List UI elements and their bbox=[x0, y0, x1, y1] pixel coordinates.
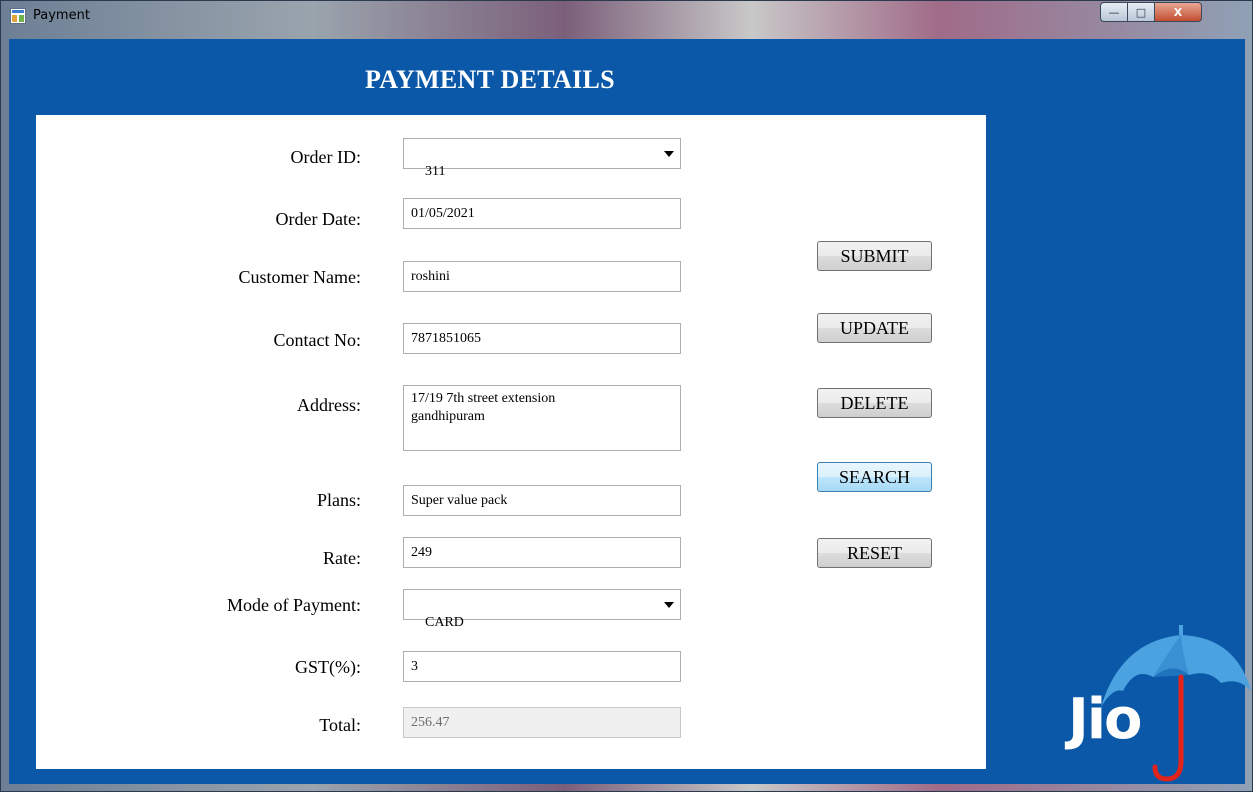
order-id-value: 311 bbox=[425, 164, 446, 179]
close-button[interactable]: X bbox=[1154, 2, 1202, 22]
contact-no-field[interactable]: 7871851065 bbox=[403, 323, 681, 354]
delete-button[interactable]: DELETE bbox=[817, 388, 932, 418]
plans-field[interactable]: Super value pack bbox=[403, 485, 681, 516]
order-date-field[interactable]: 01/05/2021 bbox=[403, 198, 681, 229]
gst-field[interactable]: 3 bbox=[403, 651, 681, 682]
rate-label: Rate: bbox=[323, 548, 361, 568]
rate-field[interactable]: 249 bbox=[403, 537, 681, 568]
mode-of-payment-dropdown[interactable]: CARD bbox=[403, 589, 681, 630]
update-button[interactable]: UPDATE bbox=[817, 313, 932, 343]
chevron-down-icon[interactable] bbox=[664, 602, 674, 608]
mode-of-payment-label: Mode of Payment: bbox=[227, 595, 361, 615]
payment-window: Payment — □ X PAYMENT DETAILS Order ID: … bbox=[0, 0, 1253, 792]
form-icon bbox=[10, 8, 26, 24]
reset-button[interactable]: RESET bbox=[817, 538, 932, 568]
mode-of-payment-value: CARD bbox=[425, 615, 464, 630]
chevron-down-icon[interactable] bbox=[664, 151, 674, 157]
jio-logo-text: Jio bbox=[1068, 687, 1143, 752]
submit-button[interactable]: SUBMIT bbox=[817, 241, 932, 271]
address-textarea[interactable]: 17/19 7th street extension gandhipuram bbox=[403, 385, 681, 451]
total-label: Total: bbox=[319, 715, 361, 735]
plans-label: Plans: bbox=[316, 490, 361, 510]
maximize-button[interactable]: □ bbox=[1127, 2, 1155, 22]
gst-label: GST(%): bbox=[295, 657, 361, 677]
address-label: Address: bbox=[297, 395, 361, 415]
search-button[interactable]: SEARCH bbox=[817, 462, 932, 492]
customer-name-field[interactable]: roshini bbox=[403, 261, 681, 292]
total-field: 256.47 bbox=[403, 707, 681, 738]
jio-logo: Jio bbox=[1061, 621, 1251, 786]
contact-no-label: Contact No: bbox=[273, 330, 362, 350]
window-title: Payment bbox=[33, 8, 90, 23]
order-id-label: Order ID: bbox=[290, 147, 361, 167]
order-date-label: Order Date: bbox=[275, 209, 361, 229]
title-bar[interactable]: Payment — □ X bbox=[1, 1, 1253, 39]
page-title: PAYMENT DETAILS bbox=[365, 65, 615, 94]
minimize-button[interactable]: — bbox=[1100, 2, 1128, 22]
customer-name-label: Customer Name: bbox=[238, 267, 361, 287]
order-id-dropdown[interactable]: 311 bbox=[403, 138, 681, 179]
